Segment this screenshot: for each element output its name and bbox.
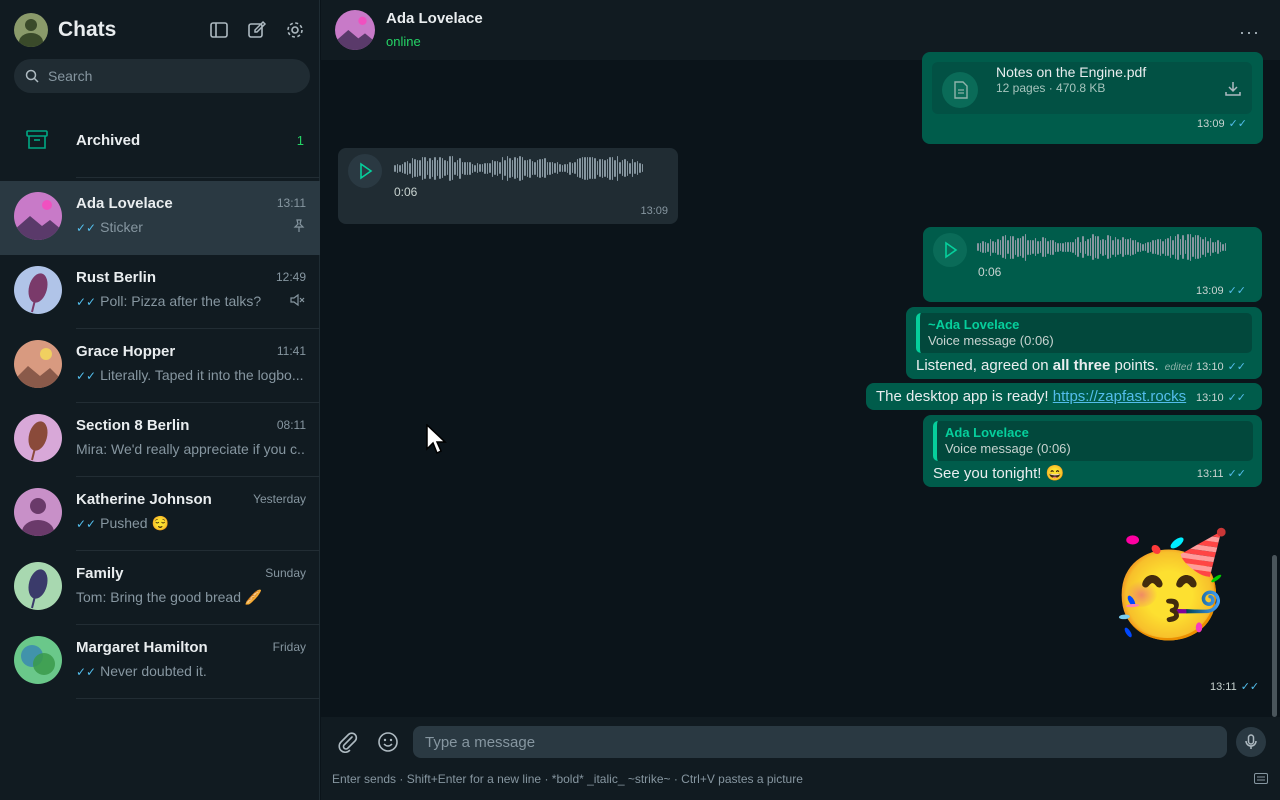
toggle-sidebar-icon[interactable] bbox=[208, 19, 230, 41]
sidebar-title: Chats bbox=[58, 18, 117, 41]
message-time: 13:10 ✓✓ bbox=[1196, 392, 1246, 404]
composer-hint: Enter sends · Shift+Enter for a new line… bbox=[332, 772, 803, 786]
read-ticks-icon: ✓✓ bbox=[1227, 285, 1246, 297]
avatar bbox=[14, 340, 62, 388]
quoted-message[interactable]: Ada Lovelace Voice message (0:06) bbox=[933, 421, 1253, 461]
download-icon[interactable] bbox=[1224, 80, 1242, 98]
reply-message[interactable]: Ada Lovelace Voice message (0:06) See yo… bbox=[923, 415, 1262, 487]
chat-item-margaret-hamilton[interactable]: Margaret Hamilton Friday ✓✓ Never doubted… bbox=[0, 625, 320, 699]
link-message[interactable]: The desktop app is ready! https://zapfas… bbox=[866, 383, 1262, 410]
avatar bbox=[14, 488, 62, 536]
chat-item-grace-hopper[interactable]: Grace Hopper 11:41 ✓✓ Literally. Taped it… bbox=[0, 329, 320, 403]
search-icon bbox=[25, 69, 39, 83]
message-list[interactable]: Notes on the Engine.pdf 12 pages · 470.8… bbox=[321, 52, 1280, 717]
quoted-message[interactable]: ~Ada Lovelace Voice message (0:06) bbox=[916, 313, 1252, 353]
keyboard-shortcuts-icon[interactable] bbox=[1254, 773, 1268, 784]
message-text: See you tonight! 😄 bbox=[933, 465, 1065, 482]
voice-duration: 0:06 bbox=[394, 185, 418, 199]
conversation-header[interactable]: Ada Lovelace online ··· bbox=[321, 0, 1280, 60]
read-ticks-icon: ✓✓ bbox=[1227, 392, 1246, 404]
microphone-icon bbox=[1245, 734, 1257, 749]
sticker-message[interactable]: 🥳 bbox=[1107, 522, 1232, 648]
scrollbar[interactable] bbox=[1272, 555, 1277, 717]
chat-item-ada-lovelace[interactable]: Ada Lovelace 13:11 ✓✓ Sticker bbox=[0, 181, 320, 255]
avatar bbox=[14, 192, 62, 240]
pin-icon bbox=[293, 219, 305, 232]
quote-author: ~Ada Lovelace bbox=[928, 317, 1020, 332]
quote-text: Voice message (0:06) bbox=[945, 441, 1071, 456]
more-options-icon[interactable]: ··· bbox=[1239, 22, 1260, 43]
contact-avatar[interactable] bbox=[335, 10, 375, 50]
read-ticks-icon: ✓✓ bbox=[1240, 681, 1260, 693]
quote-text: Voice message (0:06) bbox=[928, 333, 1054, 348]
search-placeholder: Search bbox=[48, 68, 93, 84]
read-ticks-icon: ✓✓ bbox=[1227, 468, 1246, 480]
voice-waveform[interactable] bbox=[977, 232, 1252, 262]
message-time: 13:11 ✓✓ bbox=[1210, 681, 1260, 693]
message-time: edited 13:10 ✓✓ bbox=[1164, 361, 1246, 373]
new-chat-icon[interactable] bbox=[246, 19, 268, 41]
archived-label: Archived bbox=[76, 132, 141, 149]
document-attachment[interactable]: Notes on the Engine.pdf 12 pages · 470.8… bbox=[932, 62, 1252, 114]
message-time: 13:09 bbox=[640, 205, 668, 217]
contact-name: Ada Lovelace bbox=[386, 10, 483, 27]
archived-count: 1 bbox=[296, 133, 304, 148]
voice-record-button[interactable] bbox=[1236, 727, 1266, 757]
avatar bbox=[14, 414, 62, 462]
search-input[interactable]: Search bbox=[14, 59, 310, 93]
read-ticks-icon: ✓✓ bbox=[1227, 361, 1246, 373]
document-message[interactable]: Notes on the Engine.pdf 12 pages · 470.8… bbox=[922, 52, 1263, 144]
document-name: Notes on the Engine.pdf bbox=[996, 64, 1147, 80]
chat-sidebar: Chats Search Archived 1 Ada Lovelace 13:… bbox=[0, 0, 320, 800]
avatar bbox=[14, 636, 62, 684]
incoming-voice-message[interactable]: 0:06 13:09 bbox=[338, 148, 678, 224]
message-text: Listened, agreed on all three points. bbox=[916, 357, 1159, 374]
divider bbox=[76, 177, 320, 178]
chat-item-family[interactable]: Family Sunday Tom: Bring the good bread … bbox=[0, 551, 320, 625]
message-time: 13:09 ✓✓ bbox=[1197, 118, 1247, 130]
mouse-cursor-icon bbox=[426, 424, 447, 455]
paperclip-icon[interactable] bbox=[337, 731, 359, 753]
chat-item-rust-berlin[interactable]: Rust Berlin 12:49 ✓✓ Poll: Pizza after th… bbox=[0, 255, 320, 329]
archived-chats[interactable]: Archived 1 bbox=[0, 104, 320, 176]
composer: Type a message Enter sends · Shift+Enter… bbox=[321, 717, 1280, 800]
sidebar-header: Chats bbox=[0, 0, 320, 60]
avatar bbox=[14, 266, 62, 314]
quote-author: Ada Lovelace bbox=[945, 425, 1029, 440]
archive-icon bbox=[26, 130, 48, 149]
read-ticks-icon: ✓✓ bbox=[76, 517, 97, 531]
avatar bbox=[14, 562, 62, 610]
message-input[interactable]: Type a message bbox=[413, 726, 1227, 758]
document-meta: 12 pages · 470.8 KB bbox=[996, 81, 1106, 95]
read-ticks-icon: ✓✓ bbox=[76, 665, 97, 679]
message-input-placeholder: Type a message bbox=[425, 734, 536, 751]
chat-item-katherine-johnson[interactable]: Katherine Johnson Yesterday ✓✓ Pushed 😌 bbox=[0, 477, 320, 551]
contact-status: online bbox=[386, 34, 421, 49]
edited-label: edited bbox=[1164, 362, 1193, 373]
outgoing-voice-message[interactable]: 0:06 13:09 ✓✓ bbox=[923, 227, 1262, 302]
voice-waveform[interactable] bbox=[394, 153, 668, 183]
read-ticks-icon: ✓✓ bbox=[76, 369, 97, 383]
reply-message[interactable]: ~Ada Lovelace Voice message (0:06) Liste… bbox=[906, 307, 1262, 379]
read-ticks-icon: ✓✓ bbox=[76, 295, 97, 309]
message-text: The desktop app is ready! https://zapfas… bbox=[876, 388, 1187, 405]
mute-icon bbox=[290, 293, 305, 307]
emoji-icon[interactable] bbox=[377, 731, 399, 753]
message-time: 13:09 ✓✓ bbox=[1196, 285, 1246, 297]
read-ticks-icon: ✓✓ bbox=[76, 221, 97, 235]
play-button[interactable] bbox=[348, 154, 382, 188]
read-ticks-icon: ✓✓ bbox=[1228, 118, 1247, 130]
play-button[interactable] bbox=[933, 233, 967, 267]
message-time: 13:11 ✓✓ bbox=[1196, 468, 1246, 480]
voice-duration: 0:06 bbox=[978, 265, 1002, 279]
document-icon bbox=[942, 72, 978, 108]
message-link[interactable]: https://zapfast.rocks bbox=[1053, 388, 1186, 405]
my-avatar[interactable] bbox=[14, 13, 48, 47]
chat-item-section-8-berlin[interactable]: Section 8 Berlin 08:11 Mira: We'd really… bbox=[0, 403, 320, 477]
settings-gear-icon[interactable] bbox=[284, 19, 306, 41]
